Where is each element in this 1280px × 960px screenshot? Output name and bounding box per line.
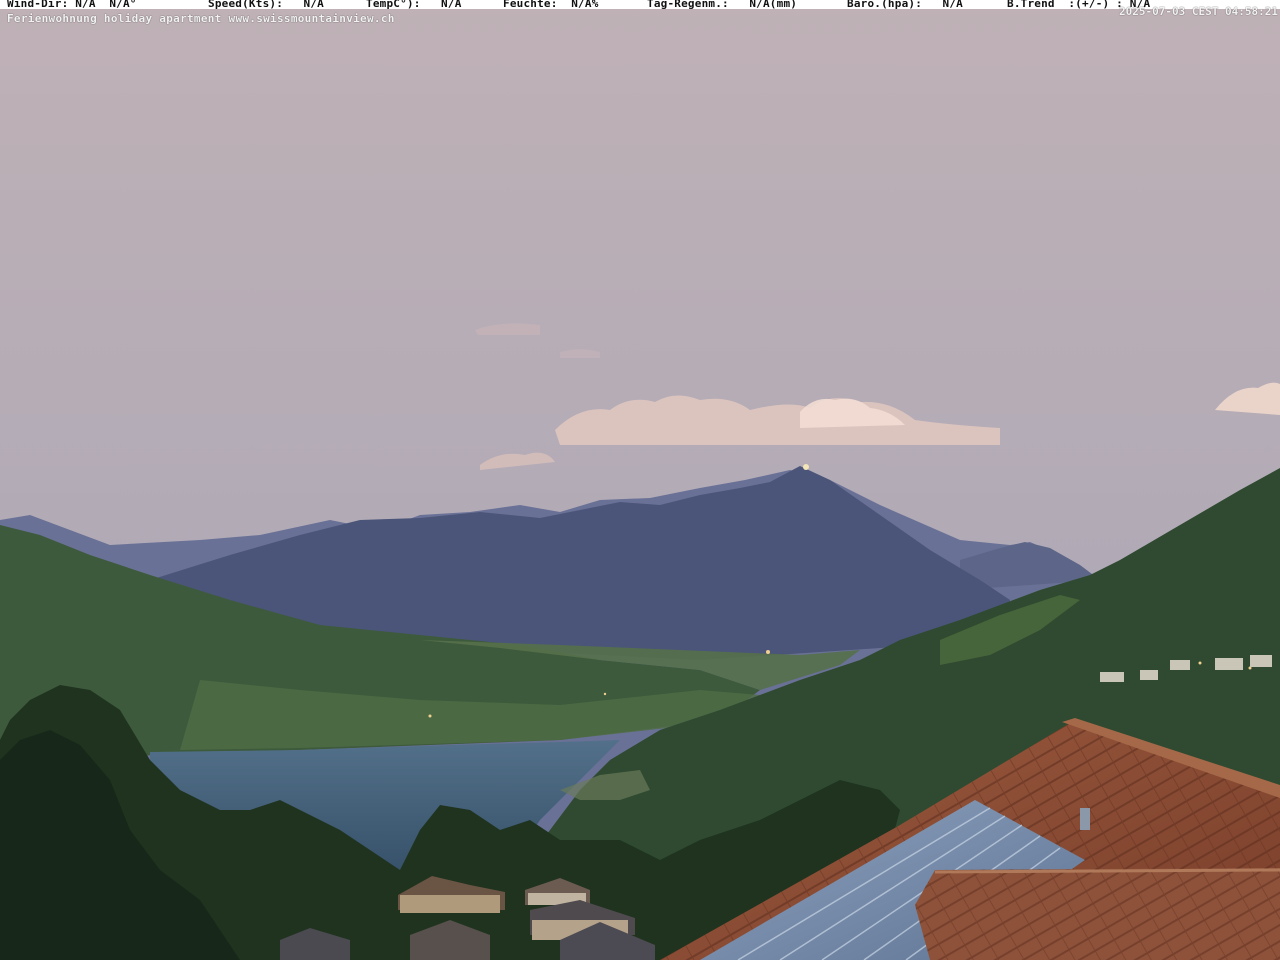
front-roof bbox=[915, 868, 1280, 960]
webcam-view: Wind-Dir: N/A N/A° Speed(Kts): N/A TempC… bbox=[0, 0, 1280, 960]
summit-light bbox=[803, 464, 809, 470]
landscape-photo bbox=[0, 0, 1280, 960]
